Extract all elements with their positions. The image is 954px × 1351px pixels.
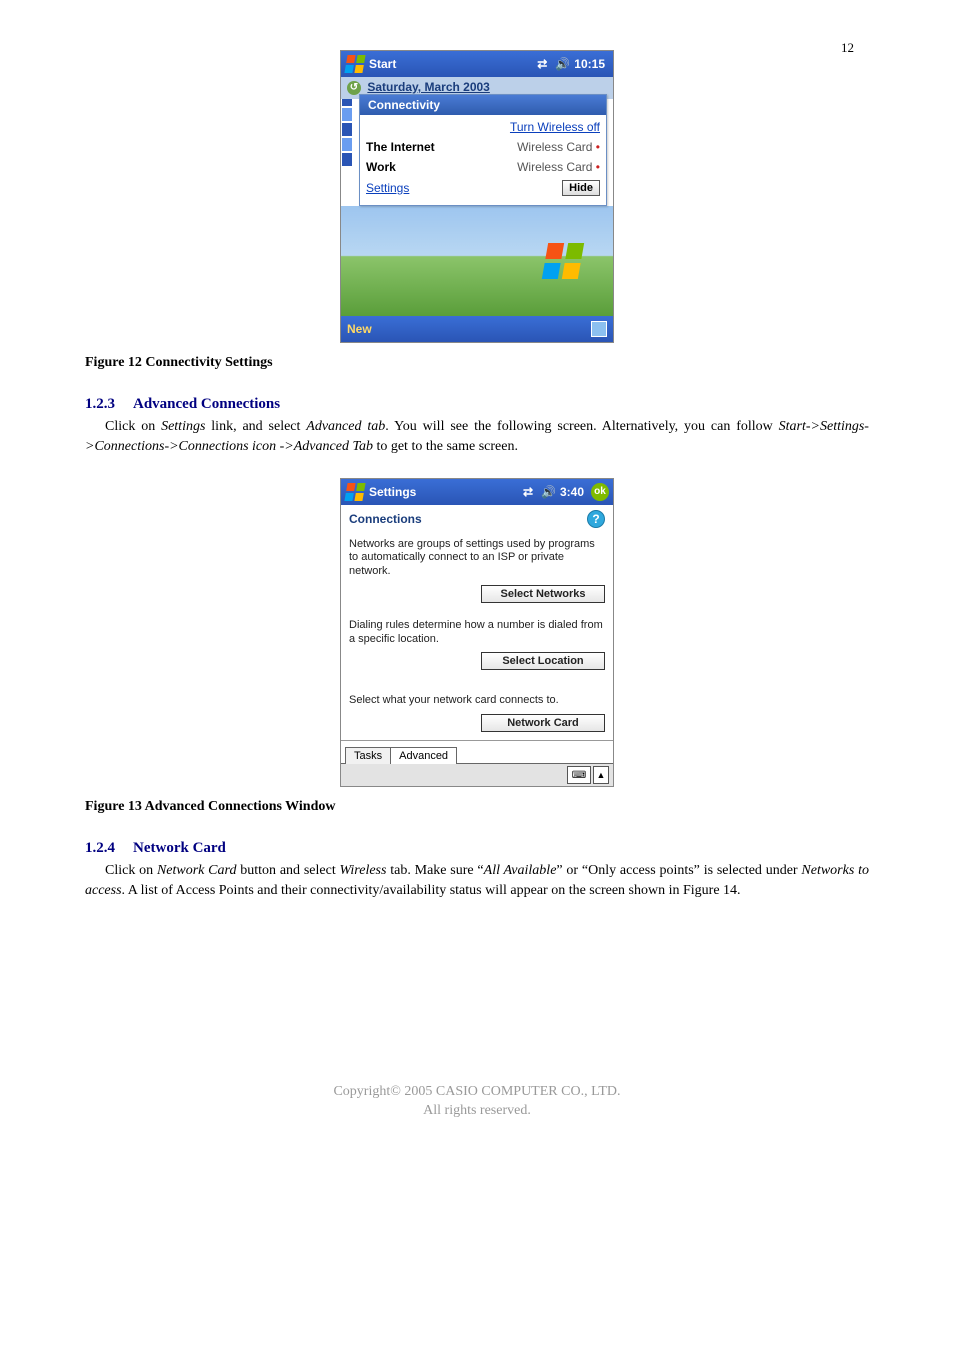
dot-icon: •	[596, 140, 600, 154]
select-networks-button[interactable]: Select Networks	[481, 585, 605, 603]
taskbar-title[interactable]: Settings	[369, 485, 519, 499]
work-value: Wireless Card	[517, 160, 592, 174]
windows-flag-icon	[343, 482, 367, 502]
section1-paragraph: Click on Settings link, and select Advan…	[85, 417, 869, 458]
figure13-caption: Figure 13 Advanced Connections Window	[85, 799, 869, 815]
clock[interactable]: 10:15	[574, 57, 605, 71]
dialing-desc: Dialing rules determine how a number is …	[349, 619, 605, 647]
network-card-button[interactable]: Network Card	[481, 714, 605, 732]
sip-bar: ⌨ ▲	[341, 763, 613, 786]
page-number: 12	[841, 40, 854, 56]
figure12-device: Start ⇄ 🔊 10:15 ↺ Saturday, March 2003 C…	[340, 50, 614, 343]
section-num: 1.2.4	[85, 840, 115, 856]
menu-new[interactable]: New	[347, 322, 372, 336]
tab-bar: Tasks Advanced	[341, 740, 613, 763]
volume-icon[interactable]: 🔊	[555, 57, 570, 71]
figure12-wrap: Start ⇄ 🔊 10:15 ↺ Saturday, March 2003 C…	[85, 50, 869, 343]
connectivity-icon[interactable]: ⇄	[523, 485, 533, 499]
windows-logo-icon	[539, 241, 586, 281]
windows-flag-icon	[343, 54, 367, 74]
sip-arrow-icon[interactable]: ▲	[593, 766, 609, 784]
keyboard-icon[interactable]: ⌨	[567, 766, 591, 784]
ok-button[interactable]: ok	[591, 483, 609, 501]
work-label: Work	[366, 160, 396, 174]
desktop-wallpaper	[341, 206, 613, 316]
section-title: Network Card	[133, 840, 226, 856]
page-footer: Copyright© 2005 CASIO COMPUTER CO., LTD.…	[85, 1082, 869, 1121]
figure13-wrap: Settings ⇄ 🔊 3:40 ok Connections ? Netwo…	[85, 478, 869, 788]
section-title: Advanced Connections	[133, 396, 280, 412]
dot-icon: •	[596, 160, 600, 174]
back-icon[interactable]: ↺	[347, 81, 361, 95]
connectivity-icon[interactable]: ⇄	[537, 57, 547, 71]
section-num: 1.2.3	[85, 396, 115, 412]
card-desc: Select what your network card connects t…	[349, 694, 605, 708]
hide-button[interactable]: Hide	[562, 180, 600, 196]
section-heading-124: 1.2.4 Network Card	[85, 840, 869, 857]
connectivity-popup: Connectivity Turn Wireless off The Inter…	[359, 94, 607, 206]
section-heading-123: 1.2.3 Advanced Connections	[85, 396, 869, 413]
help-icon[interactable]: ?	[587, 510, 605, 528]
tab-tasks[interactable]: Tasks	[345, 747, 391, 764]
tab-advanced[interactable]: Advanced	[390, 747, 457, 764]
settings-link[interactable]: Settings	[366, 181, 409, 195]
figure13-device: Settings ⇄ 🔊 3:40 ok Connections ? Netwo…	[340, 478, 614, 788]
select-location-button[interactable]: Select Location	[481, 652, 605, 670]
popup-title: Connectivity	[360, 95, 606, 115]
tray-icon[interactable]	[591, 321, 607, 337]
bottom-menubar: New	[341, 316, 613, 342]
section2-paragraph: Click on Network Card button and select …	[85, 861, 869, 902]
volume-icon[interactable]: 🔊	[541, 485, 556, 499]
date-text: Saturday, March 2003	[367, 80, 490, 94]
internet-value: Wireless Card	[517, 140, 592, 154]
taskbar: Settings ⇄ 🔊 3:40 ok	[341, 479, 613, 505]
figure12-caption: Figure 12 Connectivity Settings	[85, 355, 869, 371]
taskbar-title[interactable]: Start	[369, 57, 533, 71]
screen-subtitle: Connections	[349, 512, 422, 526]
turn-wireless-off-link[interactable]: Turn Wireless off	[510, 120, 600, 134]
clock: 3:40	[560, 485, 584, 499]
networks-desc: Networks are groups of settings used by …	[349, 538, 605, 579]
copyright-line2: All rights reserved.	[85, 1101, 869, 1121]
copyright-line1: Copyright© 2005 CASIO COMPUTER CO., LTD.	[85, 1082, 869, 1102]
internet-label: The Internet	[366, 140, 435, 154]
taskbar: Start ⇄ 🔊 10:15	[341, 51, 613, 77]
